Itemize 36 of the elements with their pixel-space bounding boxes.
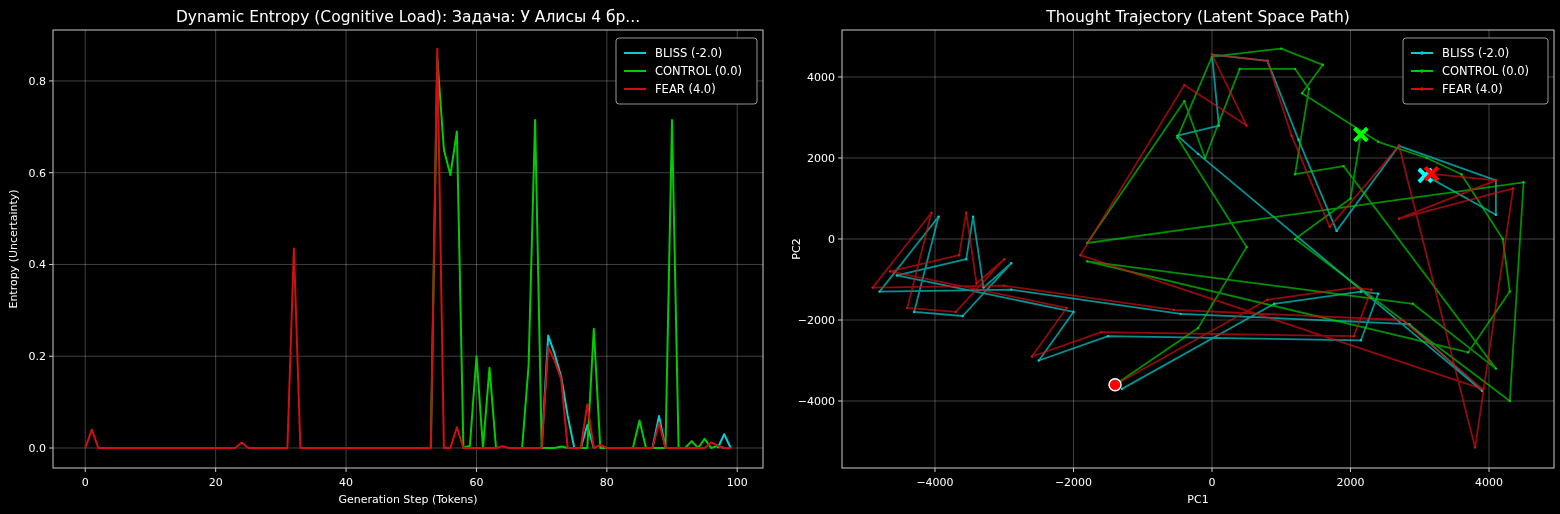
- tick-label: 0.6: [28, 166, 46, 180]
- legend-swatch-icon: [1410, 87, 1434, 91]
- legend-swatch-icon: [1410, 69, 1434, 73]
- tick-label: 0.4: [28, 258, 46, 272]
- tick-label: 2000: [807, 152, 835, 165]
- axis-label: PC1: [1187, 493, 1209, 506]
- tick-label: 20: [208, 476, 223, 489]
- chart-title: Thought Trajectory (Latent Space Path): [1046, 8, 1350, 26]
- tick-label: −2000: [1054, 476, 1093, 489]
- tick-label: −4000: [916, 476, 954, 489]
- tick-label: 60: [469, 476, 484, 489]
- legend-label: FEAR (4.0): [1442, 82, 1503, 96]
- tick-label: −2000: [797, 314, 835, 327]
- tick-label: 0: [1208, 476, 1216, 489]
- tick-label: 0.0: [28, 442, 46, 455]
- legend-label: BLISS (-2.0): [1442, 46, 1510, 60]
- axis-label: PC2: [790, 238, 803, 260]
- legend-swatch-icon: [1410, 51, 1434, 55]
- tick-label: 40: [339, 476, 354, 489]
- legend-label: CONTROL (0.0): [1442, 64, 1530, 78]
- legend-label: CONTROL (0.0): [655, 64, 743, 78]
- axis-label: Generation Step (Tokens): [338, 493, 478, 506]
- tick-label: 80: [599, 476, 614, 489]
- tick-label: 0.8: [28, 74, 46, 88]
- tick-label: 0.2: [28, 350, 46, 364]
- tick-label: 0: [828, 233, 835, 246]
- axis-label: Entropy (Uncertainty): [7, 189, 20, 309]
- tick-label: 2000: [1336, 476, 1365, 489]
- legend-label: FEAR (4.0): [655, 82, 716, 96]
- legend-label: BLISS (-2.0): [655, 46, 723, 60]
- tick-label: 0: [81, 476, 89, 489]
- tick-label: 4000: [1475, 476, 1503, 489]
- tick-label: 4000: [807, 71, 835, 84]
- tick-label: −4000: [797, 395, 835, 408]
- chart-title: Dynamic Entropy (Cognitive Load): Задача: У Алисы 4 бр...: [175, 8, 641, 26]
- tick-label: 100: [726, 476, 748, 489]
